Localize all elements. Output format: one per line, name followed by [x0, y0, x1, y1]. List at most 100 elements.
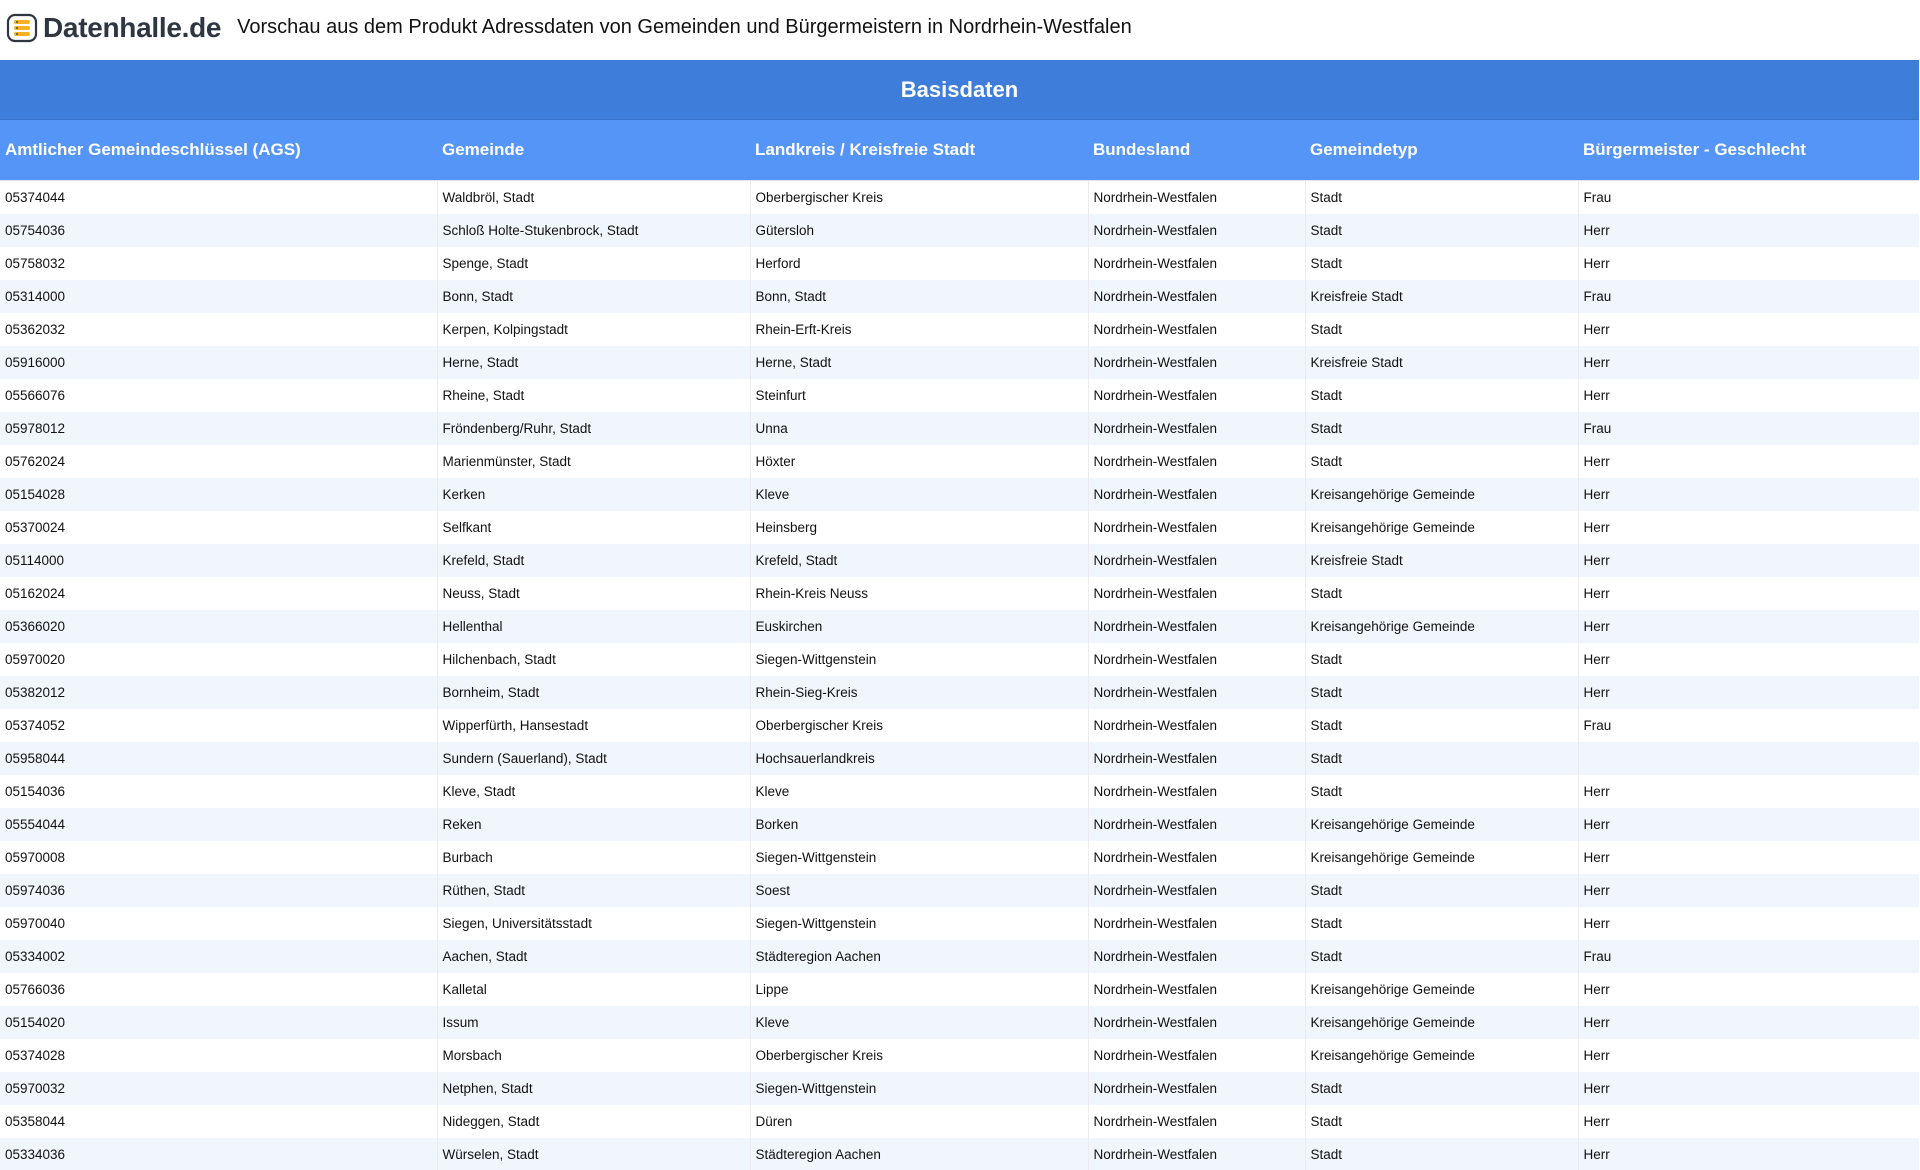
- cell-gemeinde: Kalletal: [437, 973, 751, 1006]
- table-row: 05334002 Aachen, Stadt Städteregion Aachen…: [0, 940, 1919, 973]
- cell-gemeindetyp: Kreisfreie Stadt: [1305, 280, 1579, 313]
- cell-bundesland: Nordrhein-Westfalen: [1088, 742, 1306, 775]
- data-panel: Basisdaten Amtlicher Gemeindeschlüssel (…: [0, 60, 1919, 1170]
- cell-geschlecht: Herr: [1578, 1039, 1919, 1072]
- cell-landkreis: Düren: [750, 1105, 1089, 1138]
- cell-landkreis: Soest: [750, 874, 1089, 907]
- cell-bundesland: Nordrhein-Westfalen: [1088, 940, 1306, 973]
- cell-gemeinde: Hilchenbach, Stadt: [437, 643, 751, 676]
- cell-gemeindetyp: Kreisfreie Stadt: [1305, 346, 1579, 379]
- cell-landkreis: Heinsberg: [750, 511, 1089, 544]
- cell-geschlecht: Herr: [1578, 445, 1919, 478]
- cell-bundesland: Nordrhein-Westfalen: [1088, 841, 1306, 874]
- cell-gemeindetyp: Stadt: [1305, 412, 1579, 445]
- cell-gemeinde: Wipperfürth, Hansestadt: [437, 709, 751, 742]
- table-row: 05754036 Schloß Holte-Stukenbrock, Stadt G…: [0, 214, 1919, 247]
- cell-ags: 05970032: [0, 1072, 438, 1105]
- cell-bundesland: Nordrhein-Westfalen: [1088, 544, 1306, 577]
- cell-gemeindetyp: Kreisangehörige Gemeinde: [1305, 973, 1579, 1006]
- cell-ags: 05766036: [0, 973, 438, 1006]
- table-row: 05366020 Hellenthal Euskirchen Nordrhein-We…: [0, 610, 1919, 643]
- cell-gemeinde: Hellenthal: [437, 610, 751, 643]
- column-header-landkreis: Landkreis / Kreisfreie Stadt: [750, 120, 1088, 181]
- column-header-ags: Amtlicher Gemeindeschlüssel (AGS): [0, 120, 437, 181]
- cell-gemeinde: Spenge, Stadt: [437, 247, 751, 280]
- cell-gemeindetyp: Stadt: [1305, 247, 1579, 280]
- column-header-gemeinde: Gemeinde: [437, 120, 750, 181]
- datenhalle-logo[interactable]: Datenhalle.de: [6, 12, 221, 44]
- cell-gemeindetyp: Stadt: [1305, 1105, 1579, 1138]
- cell-ags: 05382012: [0, 676, 438, 709]
- section-title: Basisdaten: [0, 60, 1919, 120]
- cell-landkreis: Rhein-Erft-Kreis: [750, 313, 1089, 346]
- cell-geschlecht: Frau: [1578, 412, 1919, 445]
- cell-gemeindetyp: Stadt: [1305, 742, 1579, 775]
- cell-landkreis: Siegen-Wittgenstein: [750, 841, 1089, 874]
- cell-gemeinde: Nideggen, Stadt: [437, 1105, 751, 1138]
- cell-gemeindetyp: Stadt: [1305, 577, 1579, 610]
- table-row: 05382012 Bornheim, Stadt Rhein-Sieg-Kreis N…: [0, 676, 1919, 709]
- table-row: 05358044 Nideggen, Stadt Düren Nordrhein-We…: [0, 1105, 1919, 1138]
- cell-landkreis: Kleve: [750, 478, 1089, 511]
- cell-gemeinde: Krefeld, Stadt: [437, 544, 751, 577]
- table-row: 05762024 Marienmünster, Stadt Höxter Nordrh…: [0, 445, 1919, 478]
- cell-geschlecht: [1578, 742, 1919, 775]
- cell-ags: 05154036: [0, 775, 438, 808]
- table-row: 05970020 Hilchenbach, Stadt Siegen-Wittgen…: [0, 643, 1919, 676]
- cell-gemeindetyp: Stadt: [1305, 775, 1579, 808]
- cell-bundesland: Nordrhein-Westfalen: [1088, 610, 1306, 643]
- cell-bundesland: Nordrhein-Westfalen: [1088, 511, 1306, 544]
- cell-landkreis: Steinfurt: [750, 379, 1089, 412]
- table-row: 05362032 Kerpen, Kolpingstadt Rhein-Erft-K…: [0, 313, 1919, 346]
- table-row: 05974036 Rüthen, Stadt Soest Nordrhein-West…: [0, 874, 1919, 907]
- column-header-gemeindetyp: Gemeindetyp: [1305, 120, 1578, 181]
- cell-geschlecht: Herr: [1578, 511, 1919, 544]
- table-row: 05916000 Herne, Stadt Herne, Stadt Nordrhei…: [0, 346, 1919, 379]
- cell-geschlecht: Herr: [1578, 1105, 1919, 1138]
- cell-gemeindetyp: Kreisangehörige Gemeinde: [1305, 610, 1579, 643]
- cell-landkreis: Siegen-Wittgenstein: [750, 907, 1089, 940]
- cell-gemeindetyp: Kreisangehörige Gemeinde: [1305, 808, 1579, 841]
- cell-gemeindetyp: Kreisangehörige Gemeinde: [1305, 841, 1579, 874]
- table-header-row: Amtlicher Gemeindeschlüssel (AGS) Gemeind…: [0, 120, 1919, 181]
- table-body: 05374044 Waldbröl, Stadt Oberbergischer Kr…: [0, 180, 1919, 1170]
- cell-gemeinde: Herne, Stadt: [437, 346, 751, 379]
- cell-ags: 05978012: [0, 412, 438, 445]
- cell-gemeindetyp: Stadt: [1305, 379, 1579, 412]
- cell-geschlecht: Herr: [1578, 973, 1919, 1006]
- cell-geschlecht: Herr: [1578, 478, 1919, 511]
- table-row: 05114000 Krefeld, Stadt Krefeld, Stadt Nord…: [0, 544, 1919, 577]
- cell-gemeindetyp: Stadt: [1305, 180, 1579, 214]
- cell-geschlecht: Herr: [1578, 907, 1919, 940]
- cell-bundesland: Nordrhein-Westfalen: [1088, 577, 1306, 610]
- table-row: 05370024 Selfkant Heinsberg Nordrhein-Westf…: [0, 511, 1919, 544]
- cell-bundesland: Nordrhein-Westfalen: [1088, 874, 1306, 907]
- cell-gemeinde: Bonn, Stadt: [437, 280, 751, 313]
- cell-gemeinde: Rüthen, Stadt: [437, 874, 751, 907]
- cell-geschlecht: Herr: [1578, 544, 1919, 577]
- cell-bundesland: Nordrhein-Westfalen: [1088, 346, 1306, 379]
- cell-bundesland: Nordrhein-Westfalen: [1088, 478, 1306, 511]
- cell-gemeindetyp: Stadt: [1305, 940, 1579, 973]
- cell-gemeindetyp: Kreisangehörige Gemeinde: [1305, 478, 1579, 511]
- cell-bundesland: Nordrhein-Westfalen: [1088, 709, 1306, 742]
- cell-geschlecht: Herr: [1578, 808, 1919, 841]
- table-row: 05334036 Würselen, Stadt Städteregion Aach…: [0, 1138, 1919, 1170]
- cell-ags: 05114000: [0, 544, 438, 577]
- cell-bundesland: Nordrhein-Westfalen: [1088, 676, 1306, 709]
- page-title: Vorschau aus dem Produkt Adressdaten von…: [237, 16, 1132, 38]
- cell-gemeindetyp: Stadt: [1305, 874, 1579, 907]
- cell-ags: 05970040: [0, 907, 438, 940]
- cell-ags: 05162024: [0, 577, 438, 610]
- cell-gemeindetyp: Kreisangehörige Gemeinde: [1305, 1039, 1579, 1072]
- cell-gemeinde: Waldbröl, Stadt: [437, 180, 751, 214]
- cell-geschlecht: Herr: [1578, 1138, 1919, 1170]
- cell-ags: 05916000: [0, 346, 438, 379]
- cell-ags: 05554044: [0, 808, 438, 841]
- cell-geschlecht: Herr: [1578, 313, 1919, 346]
- cell-landkreis: Euskirchen: [750, 610, 1089, 643]
- cell-gemeinde: Issum: [437, 1006, 751, 1039]
- cell-gemeinde: Kerken: [437, 478, 751, 511]
- cell-gemeinde: Morsbach: [437, 1039, 751, 1072]
- page: Datenhalle.de Vorschau aus dem Produkt A…: [0, 0, 1920, 1170]
